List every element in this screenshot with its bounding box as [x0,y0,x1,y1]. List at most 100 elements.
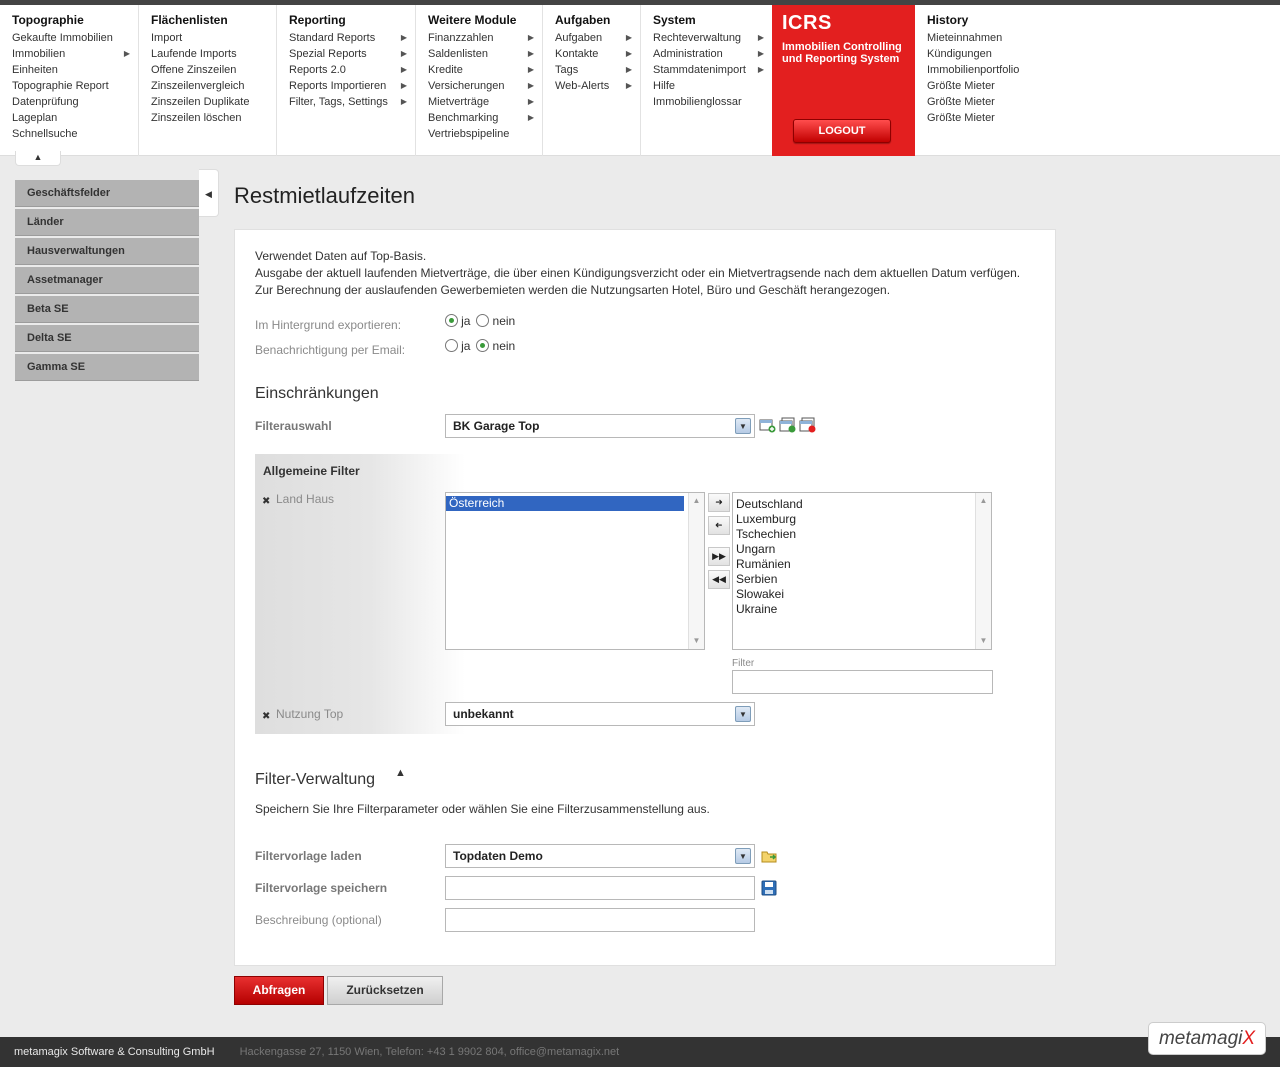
menu-item[interactable]: Immobilienglossar [653,95,772,111]
collapse-menu-button[interactable]: ▲ [15,151,61,166]
menu-item[interactable]: Offene Zinszeilen [151,63,276,79]
menu-item[interactable]: Reports 2.0 ▶ [289,63,415,79]
sidebar-item[interactable]: Länder [15,209,199,236]
menu-item[interactable]: Finanzzahlen ▶ [428,31,542,47]
menu-item[interactable]: Web-Alerts ▶ [555,79,640,95]
list-option[interactable]: Ukraine [733,602,971,617]
remove-filter-icon[interactable]: ✖ [262,711,270,722]
menu-item[interactable]: Einheiten [12,63,138,79]
menu-item[interactable]: Hilfe [653,79,772,95]
menu-item[interactable]: Vertriebspipeline [428,127,542,143]
remove-filter-icon[interactable]: ✖ [262,496,270,507]
menu-title-aufgaben[interactable]: Aufgaben [555,13,640,31]
menu-title-weitere-module[interactable]: Weitere Module [428,13,542,31]
save-template-input[interactable] [445,876,755,900]
logout-button[interactable]: LOGOUT [793,119,891,143]
sidebar-item[interactable]: Beta SE [15,296,199,323]
selected-countries-list[interactable]: Österreich ▲ ▼ [445,492,705,650]
icrs-logo: ICRS [782,12,832,34]
open-folder-icon[interactable] [761,848,778,864]
menu-item[interactable]: Datenprüfung [12,95,138,111]
list-option[interactable]: Slowakei [733,587,971,602]
description-input[interactable] [445,908,755,932]
menu-item[interactable]: Import [151,31,276,47]
menu-item[interactable]: Rechteverwaltung ▶ [653,31,772,47]
export-yes-radio[interactable] [445,314,458,327]
scrollbar[interactable]: ▲ ▼ [975,493,991,649]
menu-item[interactable]: Spezial Reports ▶ [289,47,415,63]
menu-item[interactable]: Aufgaben ▶ [555,31,640,47]
menu-item[interactable]: Immobilien ▶ [12,47,138,63]
list-option[interactable]: Tschechien [733,527,971,542]
menu-item[interactable]: Kontakte ▶ [555,47,640,63]
edit-filter-icon[interactable] [779,417,796,433]
menu-item[interactable]: Schnellsuche [12,127,138,143]
menu-item[interactable]: Standard Reports ▶ [289,31,415,47]
history-item[interactable]: Größte Mieter [927,79,1055,95]
history-item[interactable]: Größte Mieter [927,111,1055,127]
menu-item[interactable]: Filter, Tags, Settings ▶ [289,95,415,111]
reset-button[interactable]: Zurücksetzen [327,976,443,1005]
sidebar: Geschäftsfelder Länder Hausverwaltungen … [15,180,199,383]
menu-item[interactable]: Zinszeilen Duplikate [151,95,276,111]
delete-filter-icon[interactable] [799,417,816,433]
history-item[interactable]: Größte Mieter [927,95,1055,111]
history-item[interactable]: Immobilienportfolio [927,63,1055,79]
sidebar-item[interactable]: Hausverwaltungen [15,238,199,265]
menu-item[interactable]: Kredite ▶ [428,63,542,79]
history-item[interactable]: Mieteinnahmen [927,31,1055,47]
export-no-radio[interactable] [476,314,490,327]
menu-item[interactable]: Versicherungen ▶ [428,79,542,95]
menu-item[interactable]: Benchmarking ▶ [428,111,542,127]
move-all-left-button[interactable]: ◀◀ [708,570,730,589]
move-all-right-button[interactable]: ▶▶ [708,547,730,566]
scroll-up-icon[interactable]: ▲ [976,493,991,509]
move-left-button[interactable]: ➜ [708,516,730,535]
email-no-radio[interactable] [476,339,490,352]
scrollbar[interactable]: ▲ ▼ [688,493,704,649]
icrs-brand-panel: ICRS Immobilien Controlling und Reportin… [772,5,915,156]
scroll-up-icon[interactable]: ▲ [689,493,704,509]
filter-selection-dropdown[interactable]: BK Garage Top ▼ [445,414,755,438]
menu-item[interactable]: Administration ▶ [653,47,772,63]
email-yes-radio[interactable] [445,339,458,352]
list-option[interactable]: Ungarn [733,542,971,557]
sidebar-item[interactable]: Gamma SE [15,354,199,381]
move-right-button[interactable]: ➜ [708,493,730,512]
menu-item[interactable]: Topographie Report [12,79,138,95]
menu-item[interactable]: Mietverträge ▶ [428,95,542,111]
menu-item[interactable]: Zinszeilenvergleich [151,79,276,95]
list-filter-input[interactable] [732,670,993,694]
scroll-down-icon[interactable]: ▼ [976,633,991,649]
list-option[interactable]: Serbien [733,572,971,587]
menu-item[interactable]: Zinszeilen löschen [151,111,276,127]
menu-item[interactable]: Gekaufte Immobilien [12,31,138,47]
menu-item[interactable]: Tags ▶ [555,63,640,79]
menu-item[interactable]: Saldenlisten ▶ [428,47,542,63]
available-countries-list[interactable]: Deutschland Luxemburg Tschechien Ungarn … [732,492,992,650]
history-item[interactable]: Kündigungen [927,47,1055,63]
list-option[interactable]: Rumänien [733,557,971,572]
sidebar-item[interactable]: Geschäftsfelder [15,180,199,207]
menu-item[interactable]: Stammdatenimport ▶ [653,63,772,79]
menu-title-system[interactable]: System [653,13,772,31]
collapse-sidebar-button[interactable]: ◀ [199,169,219,217]
menu-title-reporting[interactable]: Reporting [289,13,415,31]
add-filter-icon[interactable] [759,417,776,433]
menu-item[interactable]: Lageplan [12,111,138,127]
scroll-down-icon[interactable]: ▼ [689,633,704,649]
menu-title-flaechenlisten[interactable]: Flächenlisten [151,13,276,31]
load-template-dropdown[interactable]: Topdaten Demo ▼ [445,844,755,868]
query-button[interactable]: Abfragen [234,976,324,1005]
nutzung-top-dropdown[interactable]: unbekannt ▼ [445,702,755,726]
sidebar-item[interactable]: Assetmanager [15,267,199,294]
list-option[interactable]: Deutschland [733,497,971,512]
menu-item[interactable]: Reports Importieren ▶ [289,79,415,95]
menu-item[interactable]: Laufende Imports [151,47,276,63]
save-disk-icon[interactable] [761,880,778,896]
list-option-selected[interactable]: Österreich [446,496,684,511]
menu-title-topographie[interactable]: Topographie [12,13,138,31]
sidebar-item[interactable]: Delta SE [15,325,199,352]
list-option[interactable]: Luxemburg [733,512,971,527]
collapse-section-icon[interactable]: ▲ [395,767,406,779]
